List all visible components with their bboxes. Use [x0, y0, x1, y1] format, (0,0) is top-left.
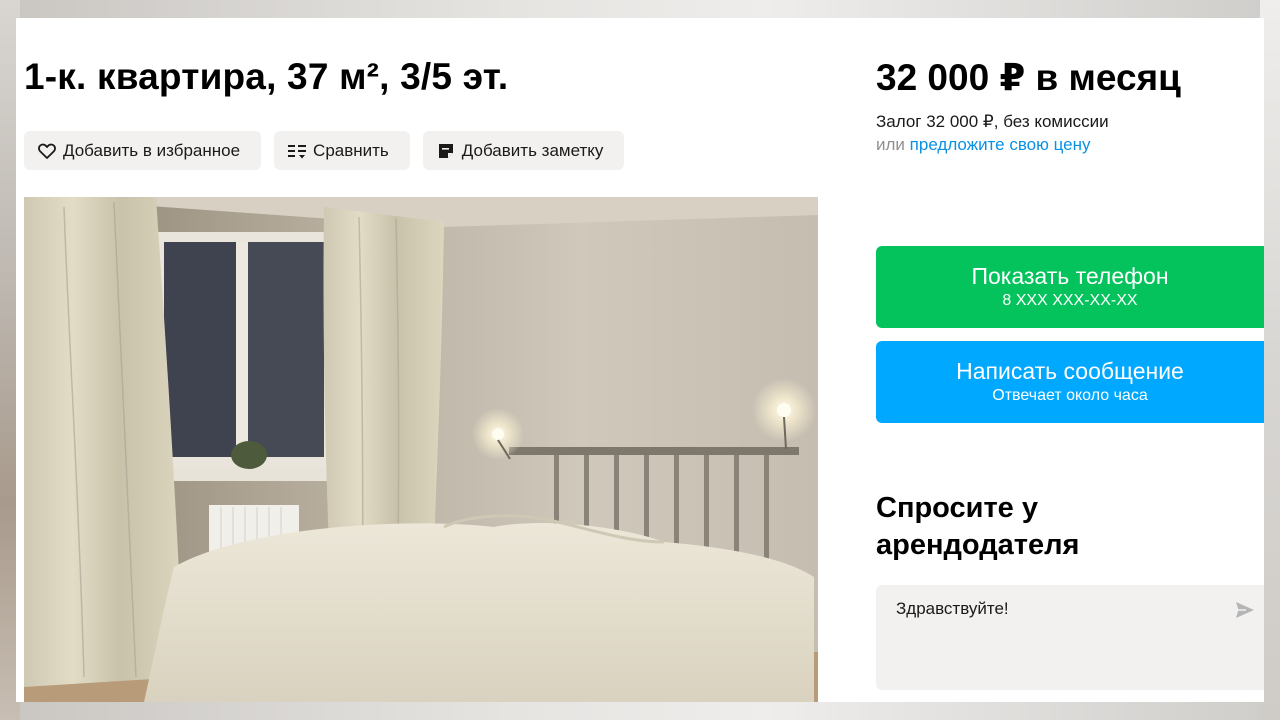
listing-photo[interactable] [24, 197, 818, 702]
listing-title: 1-к. квартира, 37 м², 3/5 эт. [24, 56, 509, 97]
listing-actions: Добавить в избранное Сравнить Добавить з… [24, 131, 625, 170]
listing-page: 1-к. квартира, 37 м², 3/5 эт. Добавить в… [16, 18, 1264, 702]
bedroom-photo-illustration [24, 197, 818, 702]
note-icon [436, 141, 456, 161]
compare-button[interactable]: Сравнить [274, 131, 410, 170]
send-icon[interactable] [1234, 599, 1256, 621]
ask-message-box [876, 585, 1264, 690]
response-time: Отвечает около часа [992, 387, 1148, 404]
offer-line: или предложите свою цену [876, 135, 1091, 155]
compare-icon [287, 141, 307, 161]
price: 32 000 ₽ в месяц [876, 57, 1181, 98]
show-phone-button[interactable]: Показать телефон 8 XXX XXX-XX-XX [876, 246, 1264, 328]
write-message-label: Написать сообщение [956, 358, 1184, 384]
ask-landlord-title: Спросите у арендодателя [876, 492, 1080, 561]
write-message-button[interactable]: Написать сообщение Отвечает около часа [876, 341, 1264, 423]
add-note-label: Добавить заметку [461, 140, 604, 160]
add-to-favorites-label: Добавить в избранное [63, 140, 241, 160]
phone-mask: 8 XXX XXX-XX-XX [1002, 292, 1138, 309]
deposit-info: Залог 32 000 ₽, без комиссии [876, 112, 1109, 131]
add-to-favorites-button[interactable]: Добавить в избранное [24, 131, 262, 170]
offer-price-link[interactable]: предложите свою цену [910, 135, 1091, 154]
add-note-button[interactable]: Добавить заметку [422, 131, 625, 170]
heart-icon [37, 141, 57, 161]
ask-message-input[interactable] [896, 599, 1216, 619]
compare-label: Сравнить [313, 140, 389, 160]
show-phone-label: Показать телефон [971, 263, 1169, 289]
offer-prefix: или [876, 135, 905, 154]
